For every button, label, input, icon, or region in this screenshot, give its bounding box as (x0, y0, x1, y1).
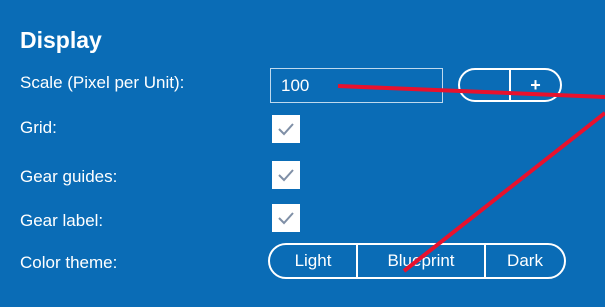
scale-decrement-button[interactable] (460, 70, 509, 100)
check-icon (278, 212, 294, 225)
gear-label-checkbox[interactable] (272, 204, 300, 232)
check-icon (278, 123, 294, 136)
scale-input[interactable] (270, 68, 443, 103)
color-theme-selector: Light Blueprint Dark (268, 243, 566, 279)
section-heading: Display (20, 27, 102, 53)
grid-label: Grid: (20, 118, 57, 137)
grid-checkbox[interactable] (272, 115, 300, 143)
theme-option-blueprint[interactable]: Blueprint (356, 245, 484, 277)
gear-guides-checkbox[interactable] (272, 161, 300, 189)
scale-label: Scale (Pixel per Unit): (20, 73, 185, 92)
theme-option-light[interactable]: Light (270, 245, 356, 277)
gear-guides-label: Gear guides: (20, 167, 118, 186)
check-icon (278, 169, 294, 182)
gear-label-label: Gear label: (20, 211, 104, 230)
theme-option-dark[interactable]: Dark (484, 245, 564, 277)
scale-increment-button[interactable]: + (509, 70, 560, 100)
color-theme-label: Color theme: (20, 253, 118, 272)
scale-stepper: + (458, 68, 562, 102)
